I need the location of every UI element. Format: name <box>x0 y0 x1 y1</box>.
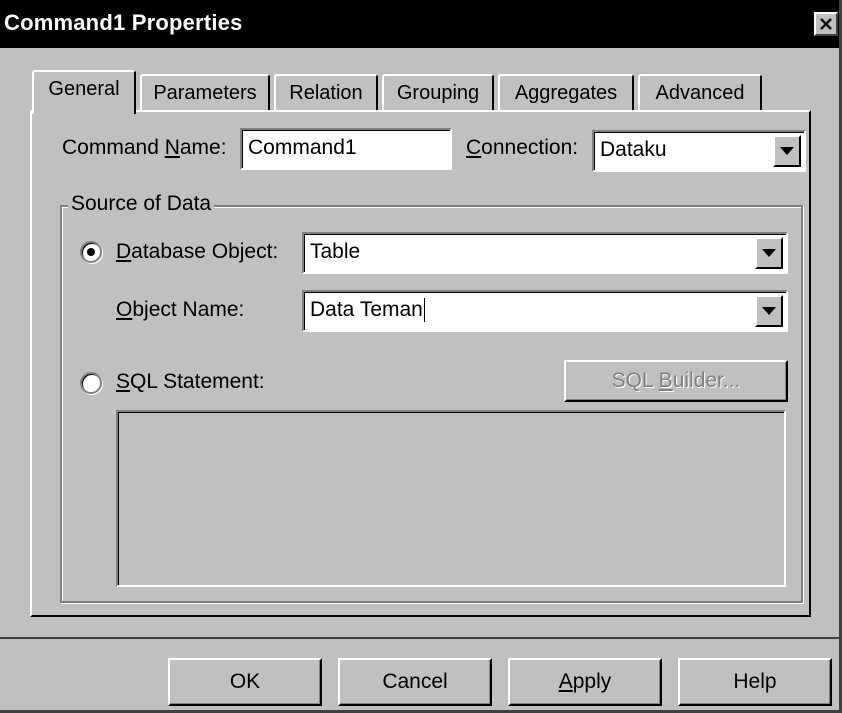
sql-statement-textarea[interactable] <box>116 410 786 587</box>
source-of-data-title: Source of Data <box>68 192 215 216</box>
tab-grouping-label: Grouping <box>396 82 480 104</box>
command-name-label: Command Name: <box>62 136 227 159</box>
footer-divider <box>0 637 842 639</box>
chevron-down-icon <box>762 249 776 257</box>
dialog-title: Command1 Properties <box>4 10 243 35</box>
chevron-down-icon <box>780 147 794 155</box>
text-caret <box>423 298 425 323</box>
tab-grouping[interactable]: Grouping <box>382 74 494 112</box>
database-object-select[interactable]: Table <box>302 232 788 274</box>
connection-label: Connection: <box>466 136 579 159</box>
object-name-select[interactable]: Data Teman <box>302 290 788 332</box>
tab-parameters[interactable]: Parameters <box>140 74 270 112</box>
database-object-dropdown-button[interactable] <box>755 237 783 269</box>
title-bar[interactable]: Command1 Properties <box>0 0 842 48</box>
tab-advanced[interactable]: Advanced <box>638 74 762 112</box>
ok-button[interactable]: OK <box>168 658 322 706</box>
tab-aggregates[interactable]: Aggregates <box>498 74 634 112</box>
database-object-label[interactable]: Database Object: <box>116 240 278 264</box>
tab-aggregates-label: Aggregates <box>514 82 618 104</box>
tab-advanced-label: Advanced <box>655 82 745 104</box>
properties-dialog: Command1 Properties General Parameters R… <box>0 0 842 713</box>
sql-statement-radio[interactable] <box>80 372 102 394</box>
apply-button[interactable]: Apply <box>508 658 662 706</box>
command-name-input[interactable]: Command1 <box>240 128 452 170</box>
tab-general[interactable]: General <box>32 70 136 114</box>
object-name-dropdown-button[interactable] <box>755 295 783 327</box>
close-button[interactable] <box>814 12 838 36</box>
tab-relation[interactable]: Relation <box>274 74 378 112</box>
cancel-button[interactable]: Cancel <box>338 658 492 706</box>
chevron-down-icon <box>762 307 776 315</box>
radio-selected-dot <box>87 248 95 256</box>
object-name-label: Object Name: <box>116 298 245 321</box>
connection-dropdown-button[interactable] <box>773 135 801 167</box>
sql-builder-button[interactable]: SQL Builder... <box>564 360 788 402</box>
database-object-radio[interactable] <box>80 241 102 263</box>
close-icon <box>820 18 832 30</box>
tab-general-label: General <box>48 78 120 100</box>
tab-parameters-label: Parameters <box>153 82 257 104</box>
sql-statement-label[interactable]: SQL Statement: <box>116 370 265 394</box>
help-button[interactable]: Help <box>678 658 832 706</box>
tab-relation-label: Relation <box>289 82 363 104</box>
connection-select[interactable]: Dataku <box>592 130 806 172</box>
